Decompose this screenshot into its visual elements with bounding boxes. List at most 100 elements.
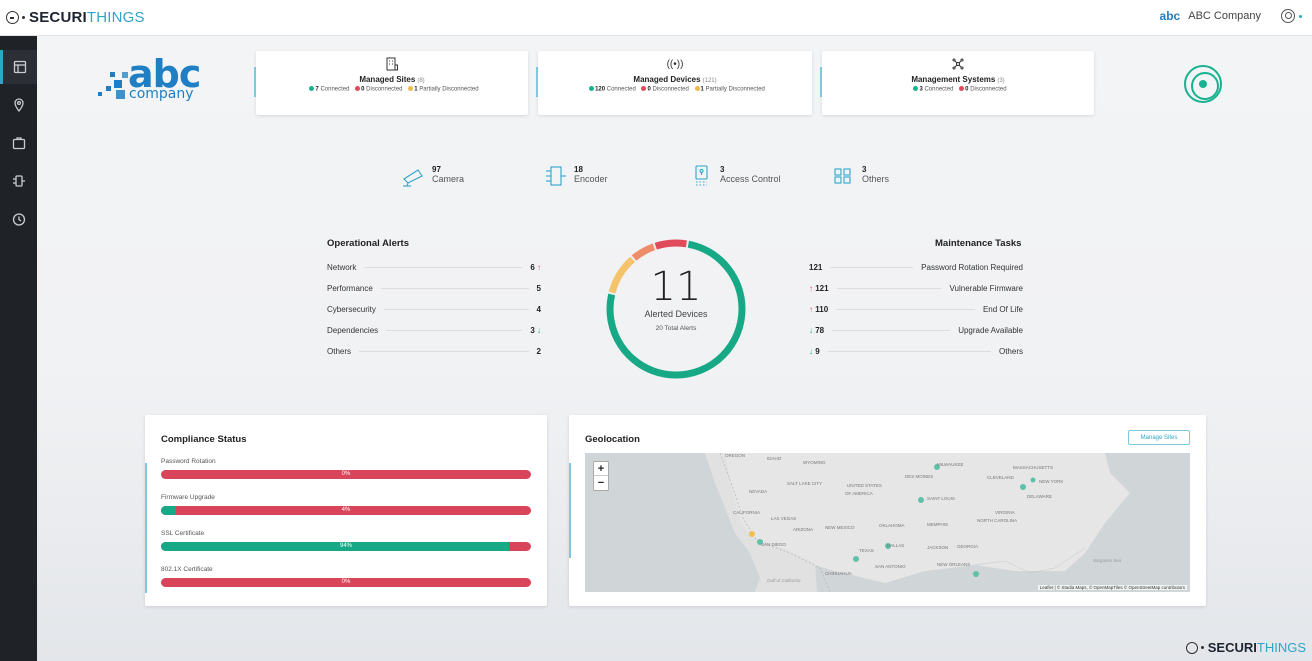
compliance-status-panel: Compliance Status Password Rotation 0% Fir… <box>145 415 547 606</box>
device-type-others[interactable]: 3 Others <box>832 165 889 187</box>
card-title: Managed Sites <box>359 75 416 84</box>
app-logo[interactable]: SECURI THINGS <box>6 9 145 26</box>
alert-label: Cybersecurity <box>327 304 376 314</box>
compliance-progress-bar[interactable]: 0% <box>161 470 531 479</box>
compliance-percent: 94% <box>339 543 352 549</box>
grid-icon <box>832 165 856 187</box>
compliance-percent: 0% <box>341 579 351 585</box>
card-count: (8) <box>417 78 425 84</box>
task-label: Upgrade Available <box>958 325 1023 335</box>
operational-alert-row[interactable]: Dependencies 3 ↓ <box>327 324 541 336</box>
maintenance-task-row[interactable]: ↓ 78 Upgrade Available <box>809 324 1023 336</box>
sidebar-item-locations[interactable] <box>0 88 37 122</box>
company-logo-sub: company <box>129 86 194 102</box>
compliance-title: Compliance Status <box>161 434 247 445</box>
top-bar: SECURI THINGS abc ABC Company <box>0 0 1312 36</box>
radar-icon[interactable] <box>1184 65 1222 103</box>
securithings-logo-icon <box>1185 641 1198 654</box>
access-control-icon <box>690 165 714 187</box>
operational-alert-row[interactable]: Others 2 <box>327 345 541 357</box>
network-icon <box>822 57 1094 73</box>
sidebar-item-devices[interactable] <box>0 164 37 198</box>
compliance-percent: 4% <box>341 507 351 513</box>
device-type-access-control[interactable]: 3 Access Control <box>690 165 781 187</box>
card-title: Managed Devices <box>633 75 701 84</box>
securithings-logo-icon <box>6 11 19 24</box>
geolocation-title: Geolocation <box>585 434 640 445</box>
map-zoom-control: + − <box>593 461 609 491</box>
trend-icon: ↑ <box>809 283 813 293</box>
alert-value: 3 ↓ <box>530 325 541 335</box>
alert-label: Others <box>327 346 352 356</box>
task-value: ↓ 78 <box>809 325 825 335</box>
alert-label: Network <box>327 262 357 272</box>
alerted-devices-summary: 11 Alerted Devices 20 Total Alerts <box>604 265 748 332</box>
zoom-in-button[interactable]: + <box>594 462 608 476</box>
alerted-label: Alerted Devices <box>644 309 708 319</box>
manage-sites-button[interactable]: Manage Sites <box>1128 430 1190 445</box>
company-name[interactable]: ABC Company <box>1188 10 1261 22</box>
device-type-camera[interactable]: 97 Camera <box>402 165 464 187</box>
footer-logo: SECURI THINGS <box>1185 640 1306 655</box>
geolocation-panel: Geolocation Manage Sites OREGON IDAHO WY… <box>569 415 1206 606</box>
task-label: Password Rotation Required <box>921 262 1023 272</box>
briefcase-icon <box>12 137 25 150</box>
company-mini-logo: abc <box>1159 9 1181 23</box>
operational-alert-row[interactable]: Network 6 ↑ <box>327 261 541 273</box>
device-type-encoder[interactable]: 18 Encoder <box>544 165 608 187</box>
operational-alert-row[interactable]: Performance 5 <box>327 282 541 294</box>
compliance-progress-bar[interactable]: 0% <box>161 578 531 587</box>
broadcast-icon: ((•)) <box>666 59 684 70</box>
compliance-label: Firmware Upgrade <box>161 494 215 501</box>
compliance-label: SSL Certificate <box>161 530 205 537</box>
card-count: (121) <box>702 78 717 84</box>
zoom-out-button[interactable]: − <box>594 476 608 490</box>
sidebar-item-dashboard[interactable] <box>0 50 37 84</box>
operational-alert-row[interactable]: Cybersecurity 4 <box>327 303 541 315</box>
task-label: End Of Life <box>982 304 1023 314</box>
location-icon <box>13 98 24 112</box>
building-icon <box>256 57 528 73</box>
encoder-icon <box>544 165 568 187</box>
account-area: abc ABC Company <box>1160 9 1302 23</box>
device-icon <box>12 175 25 187</box>
compliance-progress-bar[interactable]: 4% <box>161 506 531 515</box>
trend-icon: ↓ <box>809 346 813 356</box>
sidebar-item-reports[interactable] <box>0 126 37 160</box>
trend-icon: ↓ <box>537 325 541 335</box>
maintenance-task-row[interactable]: ↓ 9 Others <box>809 345 1023 357</box>
maintenance-tasks-title: Maintenance Tasks <box>935 238 1022 249</box>
compliance-percent: 0% <box>341 471 351 477</box>
alert-value: 6 ↑ <box>530 262 541 272</box>
map-attribution[interactable]: Leaflet | © Stadia Maps, © OpenMapTiles … <box>1037 585 1187 590</box>
company-logo: abc company <box>98 52 208 104</box>
dashboard-icon <box>13 60 27 74</box>
trend-icon: ↓ <box>809 325 813 335</box>
alerted-count: 11 <box>650 264 702 310</box>
operational-alerts-title: Operational Alerts <box>327 238 410 249</box>
compliance-progress-bar[interactable]: 94% <box>161 542 531 551</box>
user-icon[interactable] <box>1281 9 1295 23</box>
task-value: 121 <box>809 262 823 272</box>
trend-icon: ↑ <box>809 304 813 314</box>
trend-icon: ↑ <box>537 262 541 272</box>
maintenance-task-row[interactable]: ↑ 110 End Of Life <box>809 303 1023 315</box>
user-menu-caret-icon[interactable] <box>1299 14 1302 18</box>
task-value: ↓ 9 <box>809 346 820 356</box>
compliance-label: Password Rotation <box>161 458 216 465</box>
management-systems-card[interactable]: Management Systems (3) 3 Connected 0 Disc… <box>822 51 1094 115</box>
alert-label: Performance <box>327 283 373 293</box>
maintenance-task-row[interactable]: 121 Password Rotation Required <box>809 261 1023 273</box>
sidebar-item-activity[interactable] <box>0 202 37 236</box>
maintenance-task-row[interactable]: ↑ 121 Vulnerable Firmware <box>809 282 1023 294</box>
timer-icon <box>12 213 25 226</box>
task-value: ↑ 121 <box>809 283 829 293</box>
card-stats: 7 Connected 0 Disconnected 1 Partially D… <box>256 86 528 93</box>
sidebar <box>0 36 37 661</box>
camera-icon <box>402 165 426 187</box>
card-title: Management Systems <box>911 75 996 84</box>
managed-sites-card[interactable]: Managed Sites (8) 7 Connected 0 Disconnec… <box>256 51 528 115</box>
managed-devices-card[interactable]: ((•)) Managed Devices (121) 120 Connected… <box>538 51 812 115</box>
geolocation-map[interactable]: OREGON IDAHO WYOMING MILWAUKEE MASSACHUS… <box>585 453 1190 592</box>
card-stats: 3 Connected 0 Disconnected <box>822 86 1094 93</box>
